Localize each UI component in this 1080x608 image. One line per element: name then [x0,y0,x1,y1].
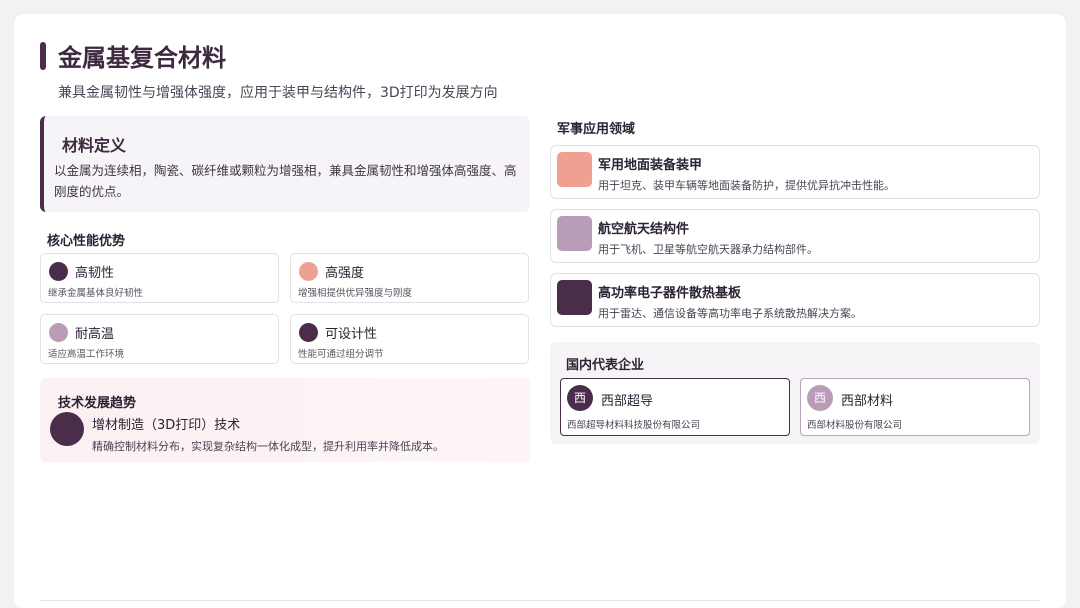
military-square-icon [557,280,592,315]
trend-dot-icon [50,412,84,446]
trend-card: 技术发展趋势 增材制造（3D打印）技术 精确控制材料分布，实现复杂结构一体化成型… [40,378,530,462]
companies-panel: 国内代表企业 西 西部超导 西部超导材料科技股份有限公司 西 西部材料 西部材料… [550,342,1040,444]
trend-label: 技术发展趋势 [58,396,137,411]
company-card[interactable]: 西 西部材料 西部材料股份有限公司 [800,378,1030,436]
military-desc: 用于飞机、卫星等航空航天器承力结构部件。 [598,243,818,256]
company-full-name: 西部超导材料科技股份有限公司 [567,420,701,431]
definition-text: 以金属为连续相，陶瓷、碳纤维或颗粒为增强相，兼具金属韧性和增强体高强度、高刚度的… [54,163,517,199]
advantage-desc: 适应高温工作环境 [48,349,125,360]
page-title: 金属基复合材料 [58,44,226,72]
advantage-card: 耐高温 适应高温工作环境 [40,314,279,364]
military-card: 高功率电子器件散热基板 用于雷达、通信设备等高功率电子系统散热解决方案。 [550,273,1040,327]
slide-canvas: 金属基复合材料 兼具金属韧性与增强体强度，应用于装甲与结构件，3D打印为发展方向… [14,14,1066,608]
trend-name: 增材制造（3D打印）技术 [92,418,241,433]
military-desc: 用于坦克、装甲车辆等地面装备防护，提供优异抗冲击性能。 [598,179,895,192]
advantage-dot-icon [299,262,318,281]
page-subtitle: 兼具金属韧性与增强体强度，应用于装甲与结构件，3D打印为发展方向 [58,85,498,101]
advantage-card: 可设计性 性能可通过组分调节 [290,314,529,364]
companies-label: 国内代表企业 [566,358,645,373]
definition-title: 材料定义 [62,136,127,155]
advantage-dot-icon [49,262,68,281]
military-card: 航空航天结构件 用于飞机、卫星等航空航天器承力结构部件。 [550,209,1040,263]
advantage-desc: 增强相提供优异强度与刚度 [298,288,413,299]
advantage-name: 耐高温 [75,327,115,342]
advantage-dot-icon [49,323,68,342]
company-name: 西部材料 [841,394,894,409]
advantage-name: 高韧性 [75,266,115,281]
military-card: 军用地面装备装甲 用于坦克、装甲车辆等地面装备防护，提供优异抗冲击性能。 [550,145,1040,199]
military-square-icon [557,216,592,251]
advantage-card: 高强度 增强相提供优异强度与刚度 [290,253,529,303]
company-badge-icon: 西 [567,385,593,411]
advantage-name: 可设计性 [325,327,378,342]
definition-card: 材料定义 以金属为连续相，陶瓷、碳纤维或颗粒为增强相，兼具金属韧性和增强体高强度… [40,116,530,212]
advantage-desc: 继承金属基体良好韧性 [48,288,144,299]
advantages-label: 核心性能优势 [47,234,126,249]
military-name: 航空航天结构件 [598,222,690,237]
military-name: 军用地面装备装甲 [598,158,703,173]
military-label: 军事应用领域 [557,122,636,137]
advantage-dot-icon [299,323,318,342]
title-accent-bar [40,42,46,70]
company-name: 西部超导 [601,394,654,409]
military-name: 高功率电子器件散热基板 [598,286,742,301]
military-desc: 用于雷达、通信设备等高功率电子系统散热解决方案。 [598,307,862,320]
advantage-desc: 性能可通过组分调节 [298,349,384,360]
advantage-name: 高强度 [325,266,365,281]
company-full-name: 西部材料股份有限公司 [807,420,903,431]
company-card[interactable]: 西 西部超导 西部超导材料科技股份有限公司 [560,378,790,436]
advantage-card: 高韧性 继承金属基体良好韧性 [40,253,279,303]
military-square-icon [557,152,592,187]
trend-desc: 精确控制材料分布，实现复杂结构一体化成型，提升利用率并降低成本。 [92,440,444,453]
footer-divider [40,600,1040,601]
company-badge-icon: 西 [807,385,833,411]
